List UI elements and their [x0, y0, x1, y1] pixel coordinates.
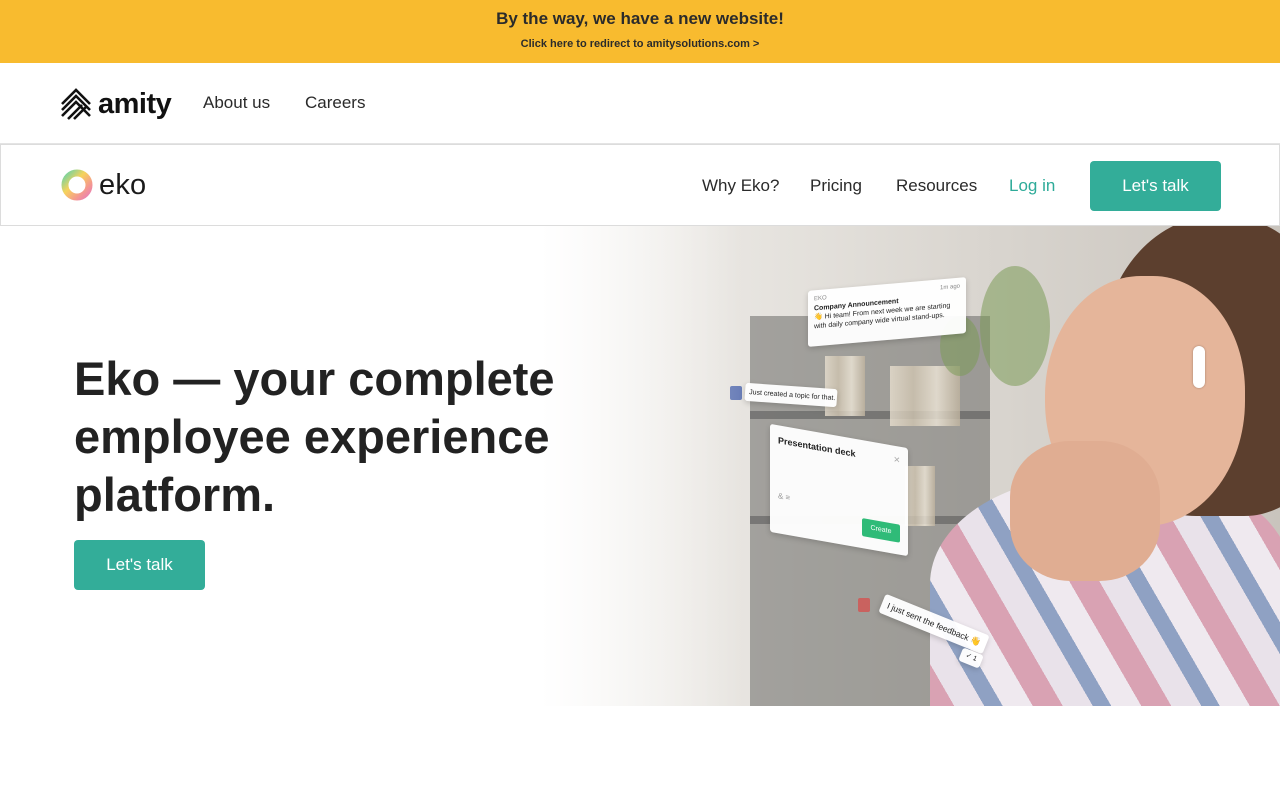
nav-about-us[interactable]: About us	[203, 93, 270, 113]
topic-text: Just created a topic for that.	[748, 388, 836, 402]
deck-create-button: Create	[862, 518, 900, 543]
nav-why-eko[interactable]: Why Eko?	[702, 176, 779, 196]
reaction-count: ✓ 1	[964, 652, 978, 663]
person-hand	[1010, 441, 1160, 581]
banner-title: By the way, we have a new website!	[496, 9, 784, 28]
new-website-banner[interactable]: By the way, we have a new website! Click…	[0, 0, 1280, 63]
earbud	[1193, 346, 1205, 388]
announce-brand: EKO	[814, 295, 827, 303]
close-icon: ×	[893, 453, 900, 467]
eko-navbar: eko Why Eko? Pricing Resources Log in Le…	[0, 144, 1280, 226]
amity-logo[interactable]: amity	[60, 87, 172, 121]
deck-tool-icons: & ≡	[778, 491, 791, 503]
books	[825, 356, 865, 416]
nav-pricing[interactable]: Pricing	[810, 176, 862, 196]
banner-redirect-link[interactable]: Click here to redirect to amitysolutions…	[0, 38, 1280, 50]
nav-resources[interactable]: Resources	[896, 176, 977, 196]
lets-talk-button[interactable]: Let's talk	[1090, 161, 1221, 211]
hero-lets-talk-button[interactable]: Let's talk	[74, 540, 205, 590]
plant	[980, 266, 1050, 386]
eko-logo-text: eko	[99, 168, 147, 201]
hero-section: EKO 1m ago Company Announcement 👋 Hi tea…	[0, 226, 1280, 706]
amity-mark-icon	[61, 87, 91, 120]
eko-ring-icon	[61, 169, 93, 201]
books	[890, 366, 960, 426]
announce-time: 1m ago	[939, 283, 960, 292]
nav-careers[interactable]: Careers	[305, 93, 365, 113]
amity-navbar: amity About us Careers	[0, 63, 1280, 144]
hero-title: Eko — your complete employee experience …	[74, 352, 555, 521]
amity-logo-text: amity	[98, 87, 172, 120]
avatar	[858, 598, 870, 612]
books	[905, 466, 935, 526]
eko-logo[interactable]: eko	[60, 167, 146, 203]
login-link[interactable]: Log in	[1009, 176, 1055, 196]
